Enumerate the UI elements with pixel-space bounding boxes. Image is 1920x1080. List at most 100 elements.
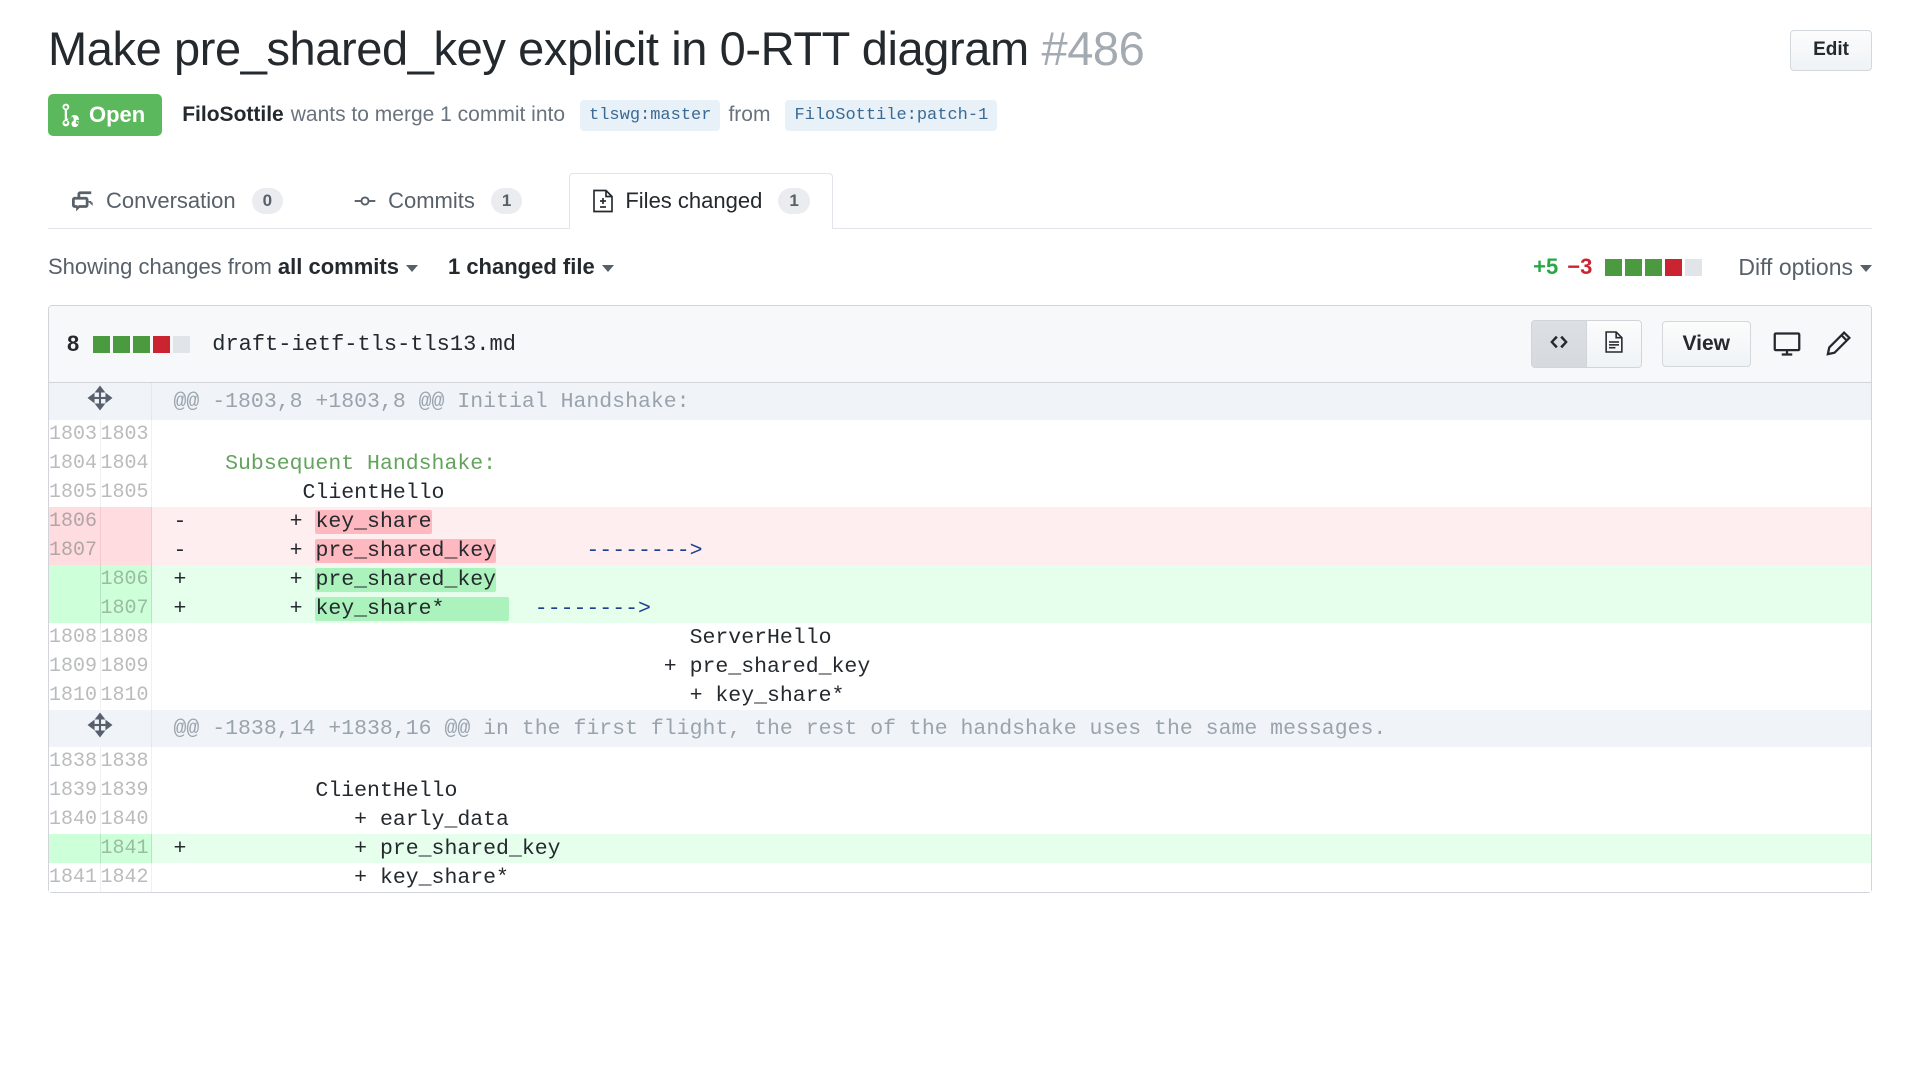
line-number-new[interactable]: 1803 [100, 420, 152, 450]
tab-files-changed[interactable]: Files changed 1 [569, 172, 833, 230]
line-number-old[interactable] [49, 594, 101, 624]
line-number-new[interactable]: 1810 [100, 681, 152, 711]
diff-line-row: 1806 - + key_share [49, 507, 1871, 537]
git-commit-icon [353, 190, 377, 212]
diffstat-block [1605, 258, 1623, 276]
code-text: + [186, 509, 316, 534]
tab-commits[interactable]: Commits 1 [330, 173, 545, 229]
view-button[interactable]: View [1661, 321, 1751, 368]
status-badge-label: Open [89, 102, 146, 128]
word-removed: key_share [315, 509, 432, 534]
line-number-old[interactable]: 1838 [49, 747, 101, 777]
arrow-glyph: --------> [586, 538, 703, 563]
line-number-new[interactable]: 1806 [100, 565, 152, 595]
chevron-down-icon-diff-options[interactable] [1860, 264, 1872, 272]
line-number-new[interactable]: 1842 [100, 863, 152, 893]
diff-line-content: + + pre_shared_key [151, 834, 1871, 864]
rendered-view-toggle[interactable] [1586, 320, 1642, 369]
line-number-new[interactable]: 1807 [100, 594, 152, 624]
pr-number: #486 [1041, 22, 1145, 75]
chevron-down-icon-commits[interactable] [405, 264, 418, 272]
line-number-old[interactable]: 1803 [49, 420, 101, 450]
additions-count: +5 [1533, 254, 1559, 280]
chevron-down-icon-files[interactable] [601, 264, 614, 272]
line-number-new[interactable] [100, 507, 152, 537]
line-number-new[interactable]: 1840 [100, 805, 152, 835]
line-number-new[interactable]: 1838 [100, 747, 152, 777]
diff-toolbar-right: +5 −3 Diff options [1533, 254, 1872, 281]
diff-line-row: 1806 + + pre_shared_key [49, 565, 1871, 595]
line-number-old[interactable]: 1806 [49, 507, 101, 537]
line-number-old[interactable]: 1839 [49, 776, 101, 806]
diffstat-block [1665, 258, 1683, 276]
diffstat-block [1645, 258, 1663, 276]
tab-conversation-counter: 0 [251, 187, 284, 215]
pr-meta-text: FiloSottile wants to merge 1 commit into… [182, 99, 1005, 131]
code-text: + key_share* [186, 865, 509, 890]
diff-line-marker: + [173, 567, 187, 592]
diff-line-row: 1810 1810 + key_share* [49, 681, 1871, 711]
desktop-icon[interactable] [1771, 330, 1803, 358]
line-number-old[interactable]: 1841 [49, 863, 101, 893]
file-changes-count: 8 [67, 331, 80, 357]
diff-line-content: + + key_share* --------> [151, 594, 1871, 624]
line-number-old[interactable]: 1807 [49, 536, 101, 566]
line-number-new[interactable]: 1841 [100, 834, 152, 864]
diff-line-marker: - [173, 538, 187, 563]
line-number-new[interactable]: 1808 [100, 623, 152, 653]
diff-line-marker [174, 626, 187, 650]
diff-file-icon [592, 189, 614, 213]
diff-line-content: ClientHello [151, 776, 1871, 806]
base-branch-chip[interactable]: tlswg:master [580, 99, 721, 131]
changed-files-filter[interactable]: 1 changed file [448, 254, 614, 280]
diff-line-content: + pre_shared_key [151, 652, 1871, 682]
line-number-new[interactable]: 1839 [100, 776, 152, 806]
diff-line-row: 1838 1838 [49, 747, 1871, 777]
pr-author[interactable]: FiloSottile [182, 103, 284, 127]
diff-line-marker: + [173, 596, 187, 621]
diff-line-marker [174, 423, 187, 447]
line-number-new[interactable]: 1805 [100, 478, 152, 508]
markdown-heading: Subsequent Handshake: [186, 451, 497, 476]
line-number-old[interactable] [49, 834, 101, 864]
diff-line-marker [174, 750, 187, 774]
diff-options-button[interactable]: Diff options [1738, 254, 1872, 281]
diffstat-block [1685, 258, 1703, 276]
hunk-expand-button[interactable] [49, 710, 152, 748]
line-number-old[interactable]: 1808 [49, 623, 101, 653]
tab-conversation[interactable]: Conversation 0 [48, 173, 306, 229]
diff-line-content: - + key_share [151, 507, 1871, 537]
pr-title-text: Make pre_shared_key explicit in 0-RTT di… [48, 22, 1029, 75]
hunk-expand-button[interactable] [49, 383, 152, 421]
tab-files-changed-counter: 1 [778, 187, 810, 215]
line-number-old[interactable]: 1810 [49, 681, 101, 711]
line-number-old[interactable]: 1805 [49, 478, 101, 508]
diff-line-content [151, 747, 1871, 777]
unfold-icon[interactable] [87, 385, 113, 411]
comment-discussion-icon [71, 190, 95, 212]
edit-button[interactable]: Edit [1790, 30, 1872, 71]
diff-table: @@ -1803,8 +1803,8 @@ Initial Handshake:… [49, 383, 1871, 893]
file-diffstat-block [93, 335, 111, 353]
line-number-new[interactable] [100, 536, 152, 566]
code-text: ServerHello [186, 625, 832, 650]
line-number-old[interactable] [49, 565, 101, 595]
pencil-icon[interactable] [1823, 330, 1853, 358]
line-number-old[interactable]: 1804 [49, 449, 101, 479]
word-added: pre_shared_key [315, 567, 497, 592]
commits-filter-label[interactable]: all commits [278, 254, 399, 279]
line-number-new[interactable]: 1804 [100, 449, 152, 479]
line-number-old[interactable]: 1840 [49, 805, 101, 835]
pr-meta-row: Open FiloSottile wants to merge 1 commit… [48, 94, 1872, 137]
file-diffstat-block [113, 335, 131, 353]
diffstat-blocks [1605, 258, 1703, 276]
diff-line-marker [174, 808, 187, 832]
head-branch-chip[interactable]: FiloSottile:patch-1 [785, 99, 998, 131]
diff-toolbar: Showing changes from all commits 1 chang… [48, 229, 1872, 305]
line-number-new[interactable]: 1809 [100, 652, 152, 682]
unfold-icon[interactable] [87, 712, 113, 738]
file-diffstat-block [153, 335, 171, 353]
line-number-old[interactable]: 1809 [49, 652, 101, 682]
file-path[interactable]: draft-ietf-tls-tls13.md [212, 332, 516, 357]
code-view-toggle[interactable] [1530, 320, 1587, 369]
